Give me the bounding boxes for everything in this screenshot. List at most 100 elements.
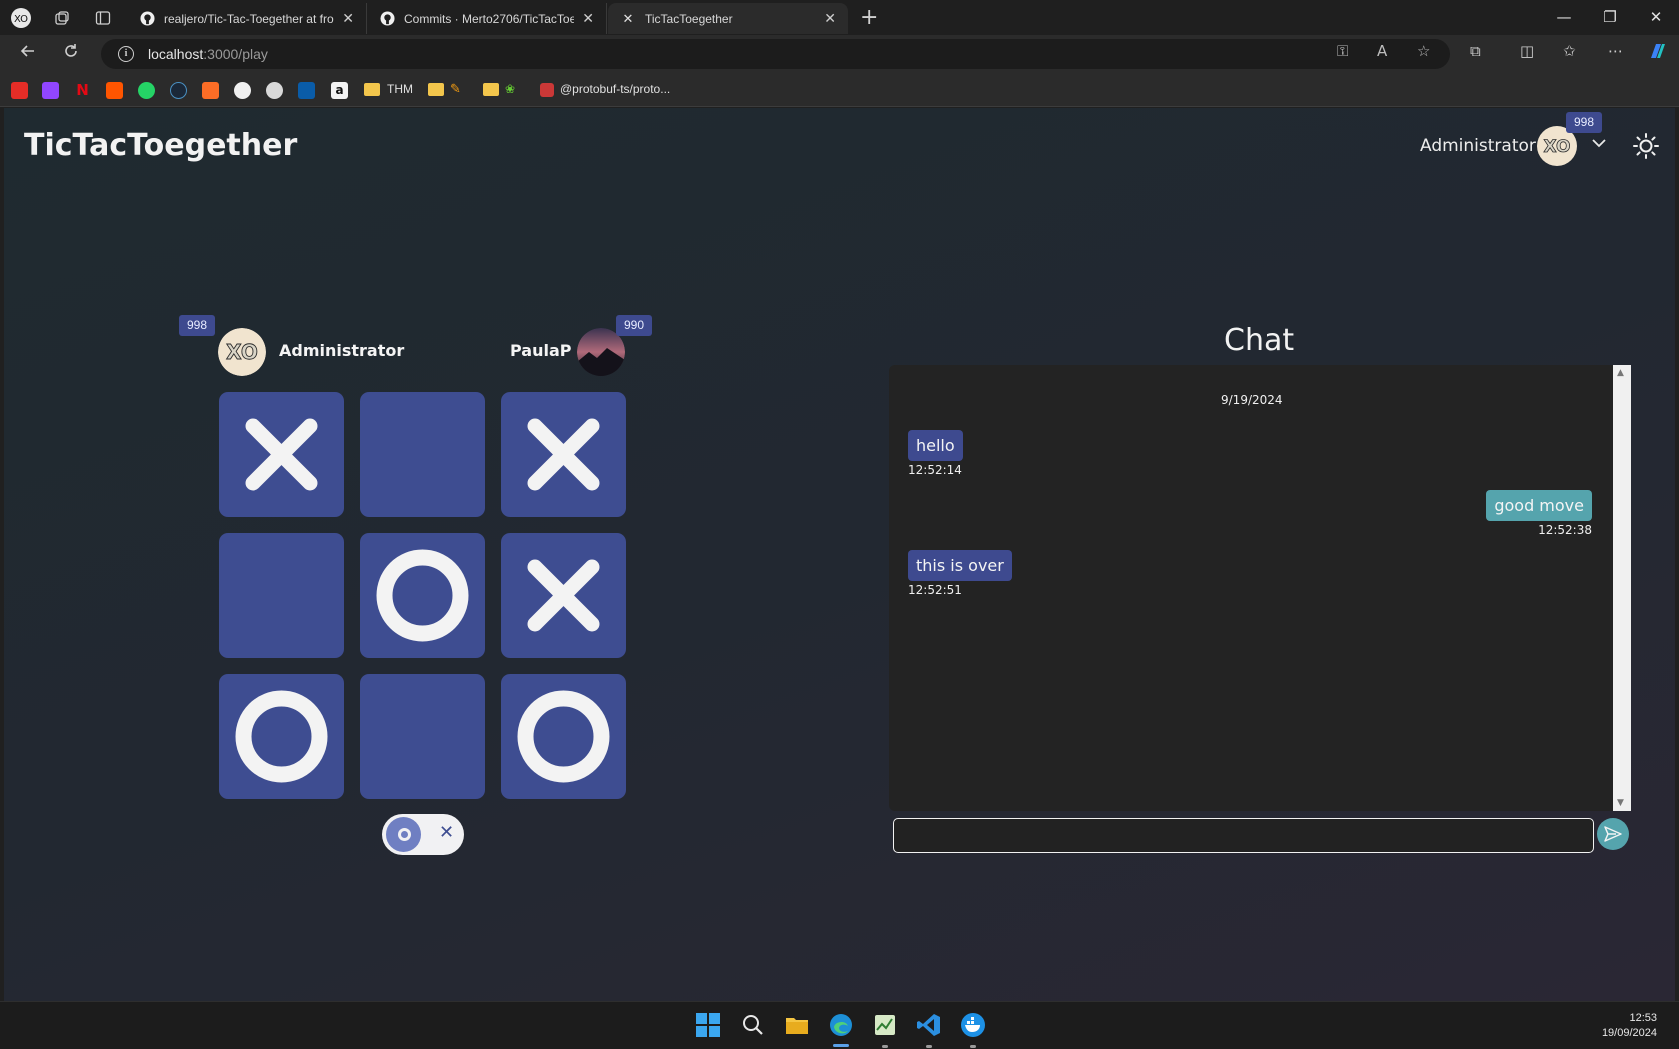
bookmark-folder-thm[interactable]: THM (387, 82, 413, 96)
chevron-down-icon[interactable] (1590, 134, 1608, 157)
chat-message: hello (908, 430, 963, 461)
whatsapp-icon[interactable] (138, 82, 155, 99)
folder-icon (364, 83, 380, 96)
docker-icon[interactable] (960, 1012, 986, 1038)
bookmark-site-icon[interactable] (266, 82, 283, 99)
minimize-icon[interactable]: — (1541, 4, 1587, 30)
player-right-name: PaulaP (510, 341, 572, 360)
chat-scrollbar[interactable]: ▲ ▼ (1613, 365, 1631, 811)
sun-icon[interactable] (1632, 132, 1660, 160)
tab-tictactoegether[interactable]: ✕ TicTacToegether ✕ (608, 3, 848, 34)
o-icon (398, 828, 411, 841)
amazon-icon[interactable]: a (331, 82, 348, 99)
folder-icon[interactable] (483, 83, 499, 96)
chat-message-time: 12:52:51 (908, 583, 962, 597)
restore-icon[interactable]: ❐ (1587, 4, 1633, 30)
scroll-down-icon[interactable]: ▼ (1617, 798, 1624, 808)
chat-message-time: 12:52:14 (908, 463, 962, 477)
bookmark-misc-icon[interactable]: ❀ (505, 82, 522, 99)
svg-text:XO: XO (14, 14, 28, 25)
chat-message-time: 12:52:38 (1538, 523, 1592, 537)
github-icon[interactable] (234, 82, 251, 99)
edge-icon[interactable] (828, 1012, 854, 1038)
back-icon[interactable] (15, 42, 41, 66)
address-bar[interactable]: i localhost:3000/play (101, 39, 1450, 69)
favorites-icon[interactable]: ✩ (1563, 42, 1576, 60)
read-aloud-icon[interactable]: A (1377, 42, 1387, 60)
site-info-icon[interactable]: i (118, 46, 134, 62)
extensions-icon[interactable]: ⧉ (1470, 42, 1481, 60)
split-screen-icon[interactable]: ◫ (1520, 42, 1534, 60)
player-right-elo-badge: 990 (616, 315, 653, 336)
header-username[interactable]: Administrator (1420, 136, 1536, 156)
windows-start-icon[interactable] (695, 1012, 721, 1038)
scroll-up-icon[interactable]: ▲ (1617, 368, 1624, 378)
close-icon[interactable]: ✕ (582, 10, 594, 27)
board-cell[interactable] (219, 674, 344, 799)
youtube-icon[interactable] (11, 82, 28, 99)
chat-input[interactable] (893, 818, 1594, 853)
app-title[interactable]: TicTacToegether (24, 128, 297, 163)
board-cell[interactable] (219, 392, 344, 517)
file-explorer-icon[interactable] (784, 1012, 810, 1038)
chat-date-separator: 9/19/2024 (1221, 393, 1283, 407)
profile-icon[interactable]: XO (9, 6, 33, 30)
board-cell[interactable] (219, 533, 344, 658)
board-cell[interactable] (360, 674, 485, 799)
close-icon[interactable]: ✕ (342, 10, 354, 27)
tab-title: realjero/Tic-Tac-Toegether at fron (164, 11, 335, 26)
symbol-toggle[interactable]: ✕ (382, 814, 464, 855)
bookmarks-bar: N a THM ✎ ❀ @protobuf-ts/proto... (0, 73, 1679, 107)
app-page: TicTacToegether Administrator XO 998 998… (4, 108, 1675, 1001)
board-cell[interactable] (501, 533, 626, 658)
clock-date: 19/09/2024 (1601, 1027, 1657, 1039)
board-cell[interactable] (501, 674, 626, 799)
twitch-icon[interactable] (42, 82, 59, 99)
search-icon[interactable] (740, 1012, 766, 1038)
o-mark-icon (235, 690, 328, 783)
workspaces-icon[interactable] (50, 6, 74, 30)
running-app-indicator (926, 1045, 932, 1048)
soundcloud-icon[interactable] (106, 82, 123, 99)
gitlab-icon[interactable] (202, 82, 219, 99)
chat-title: Chat (1224, 323, 1295, 358)
key-icon[interactable]: ⚿ (1337, 42, 1348, 60)
send-icon (1604, 826, 1622, 842)
close-icon[interactable]: ✕ (824, 10, 836, 27)
send-button[interactable] (1597, 818, 1629, 850)
tictactoe-icon: ✕ (622, 10, 634, 26)
favorite-star-icon[interactable]: ☆ (1417, 42, 1430, 60)
netflix-icon[interactable]: N (74, 82, 91, 99)
x-icon: ✕ (439, 822, 455, 843)
o-mark-icon (376, 549, 469, 642)
system-clock[interactable]: 12:53 19/09/2024 (1602, 1011, 1657, 1041)
copilot-icon[interactable] (1647, 40, 1669, 66)
board-cell[interactable] (360, 392, 485, 517)
game-board (219, 392, 629, 802)
window-close-icon[interactable]: ✕ (1633, 4, 1679, 30)
more-icon[interactable]: ⋯ (1608, 42, 1623, 60)
tab-github-commits[interactable]: Commits · Merto2706/TicTacToeg ✕ (367, 3, 607, 34)
task-manager-icon[interactable] (872, 1012, 898, 1038)
pencil-icon[interactable]: ✎ (450, 82, 467, 99)
svg-text:XO: XO (226, 340, 258, 364)
board-cell[interactable] (501, 392, 626, 517)
new-tab-icon[interactable]: + (860, 5, 878, 30)
refresh-icon[interactable] (58, 42, 84, 66)
tab-title: TicTacToegether (645, 11, 733, 26)
github-icon (379, 11, 395, 27)
active-app-indicator (833, 1044, 849, 1047)
vertical-tabs-icon[interactable] (91, 6, 115, 30)
bank-icon[interactable] (298, 82, 315, 99)
chat-message: good move (1486, 490, 1592, 521)
folder-icon[interactable] (428, 83, 444, 96)
header-elo-badge: 998 (1566, 112, 1603, 133)
steam-icon[interactable] (170, 82, 187, 99)
tab-github-repo[interactable]: realjero/Tic-Tac-Toegether at fron ✕ (127, 3, 367, 34)
x-mark-icon (245, 418, 318, 491)
chat-messages[interactable] (889, 365, 1631, 811)
board-cell[interactable] (360, 533, 485, 658)
vscode-icon[interactable] (916, 1012, 942, 1038)
url-text: localhost:3000/play (148, 46, 268, 62)
bookmark-protobuf[interactable]: @protobuf-ts/proto... (560, 82, 670, 96)
